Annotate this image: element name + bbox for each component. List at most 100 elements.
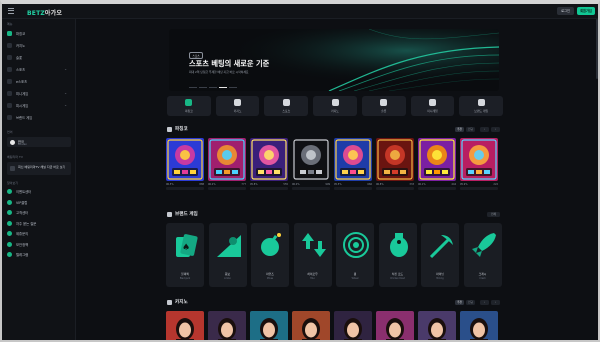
sidebar-info-item[interactable]: 보안정책 [7,241,71,248]
scrollbar[interactable] [596,19,598,79]
brand-game-label: 블랙잭 [181,272,189,276]
casino-tabs: 추천 신규 [455,300,475,305]
brand-game-card[interactable]: ♠ 블랙잭 Blackjack [166,223,204,287]
brand-view-all-button[interactable]: 전체 [487,212,500,217]
sidebar-item-label: 피시게임 [16,104,29,108]
chip-icon [331,99,339,106]
sidebar-info-item[interactable]: 텔레그램 [7,251,71,258]
category-label: 슬롯 [381,109,387,113]
cards-icon [7,55,12,60]
sidebar-item[interactable]: 미니게임 ⌄ [7,90,71,97]
brand-game-card[interactable]: 휠 Wheel [336,223,374,287]
brand-game-card[interactable]: 마이닝 Mining [421,223,459,287]
casino-tab-recommended[interactable]: 추천 [455,300,464,305]
casino-dealer-thumbnail[interactable] [208,311,246,340]
logo[interactable]: BETZ아가오 [27,8,62,17]
prev-arrow-icon[interactable]: ‹ [480,127,489,132]
casino-dealer-thumbnail[interactable] [418,311,456,340]
chevron-down-icon: ⌄ [64,91,67,95]
menu-icon[interactable] [8,8,14,14]
category-3[interactable]: 스포츠 [264,96,309,116]
sidebar-info-item[interactable]: 고객센터 [7,209,71,216]
slot-card[interactable]: 96.2% 777 [208,138,246,190]
slot-number: 555 [283,183,288,186]
sidebar-info-item[interactable]: 자주 묻는 질문 [7,220,71,227]
sidebar-info-item[interactable]: 제휴문의 [7,230,71,237]
slot-card[interactable]: 96.5% 888 [166,138,204,190]
casino-dealer-thumbnail[interactable] [250,311,288,340]
slot-card[interactable]: 96.8% 333 [376,138,414,190]
slot-thumbnail [292,138,330,181]
brand-game-label: 휠 [353,272,357,276]
next-arrow-icon[interactable]: › [491,127,500,132]
sidebar-item[interactable]: 브랜드 게임 [7,114,71,121]
login-button[interactable]: 로그인 [557,7,574,15]
sidebar-item[interactable]: 피시게임 ⌄ [7,102,71,109]
sports-icon [282,99,290,106]
tab-new[interactable]: 신규 [466,127,475,132]
sidebar-section-main: 메뉴 [7,22,13,26]
sidebar-item[interactable]: 슬롯 [7,54,71,61]
casino-dealer-thumbnail[interactable] [166,311,204,340]
brand-game-sub: Mining [436,277,444,280]
sidebar-info-label: 고객센터 [16,211,29,215]
slot-card[interactable]: 95.5% 666 [334,138,372,190]
banner-subtitle: 최대 2억 당첨금 무제한 배당 지금 바로 시작하세요 [189,70,249,74]
slot-name-bar [418,187,456,190]
casino-next-arrow-icon[interactable]: › [491,300,500,305]
hero-banner[interactable]: 스포츠 스포츠 베팅의 새로운 기준 최대 2억 당첨금 무제한 배당 지금 바… [169,29,499,91]
banner-pagination[interactable] [189,87,237,88]
casino-dealer-thumbnail[interactable] [292,311,330,340]
casino-tab-new[interactable]: 신규 [466,300,475,305]
slot-number: 666 [367,183,372,186]
sidebar-item[interactable]: e스포츠 [7,78,71,85]
brand-game-sub: Blackjack [179,277,191,280]
brand-game-card[interactable]: 마인즈 Mines [251,223,289,287]
category-1[interactable]: 파칭코 [167,96,211,116]
brand-icon [7,115,12,120]
slot-rtp: 96.1% [418,183,426,186]
category-7[interactable]: 브랜드 게임 [459,96,504,116]
sidebar-item-label: 파칭코 [16,32,26,36]
join-button[interactable]: 회원가입 [577,7,595,15]
slot-number: 333 [409,183,414,186]
sidebar-item[interactable]: 스포츠 ⌄ [7,66,71,73]
sidebar-item[interactable]: 카지노 [7,42,71,49]
casino-dealer-thumbnail[interactable] [376,311,414,340]
headset-icon [7,210,12,215]
slot-card[interactable]: 95.8% 555 [250,138,288,190]
sidebar-info-item[interactable]: 이벤트센터 [7,188,71,195]
tab-recommended[interactable]: 추천 [455,127,464,132]
brand-game-card[interactable]: 림보 Limbo [208,223,247,287]
logo-accent: 아가오 [44,10,63,17]
casino-prev-arrow-icon[interactable]: ‹ [480,300,489,305]
section-casino-label: 카지노 [175,300,188,305]
brand-game-card[interactable]: 크래시 Crash [463,223,502,287]
language-sub: Korean [18,142,27,146]
category-6[interactable]: 미니게임 [410,96,455,116]
fish-icon [7,103,12,108]
sidebar-info-item[interactable]: VIP클럽 [7,199,71,206]
casino-dealer-thumbnail[interactable] [334,311,372,340]
brand-game-sub: HiLo [310,277,315,280]
slot-card[interactable]: 96.1% 444 [418,138,456,190]
category-4[interactable]: 카지노 [313,96,357,116]
slot-name-bar [376,187,414,190]
casino-dealer-thumbnail[interactable] [460,311,498,340]
slot-icon [167,126,172,132]
category-bar: 파칭코 카지노 스포츠 카지노 슬롯 미니게임 브랜드 게임 [167,96,504,116]
tv-channel-box[interactable]: 최신 베팅리마TV 채널 지금 바로 보기 [7,162,71,175]
brand-game-label: 하이로우 [307,272,318,276]
category-5[interactable]: 슬롯 [361,96,406,116]
sidebar-item[interactable]: 파칭코 [7,30,71,37]
main-content: 스포츠 스포츠 베팅의 새로운 기준 최대 2억 당첨금 무제한 배당 지금 바… [77,19,598,340]
brand-game-card[interactable]: 하이로우 HiLo [293,223,332,287]
brand-game-icon [216,235,241,257]
brand-game-card[interactable]: 치킨 로드 Chicken Road [378,223,417,287]
slot-card[interactable]: 96.0% 999 [292,138,330,190]
category-2[interactable]: 카지노 [215,96,260,116]
sidebar-section-info: 알아보기 [7,181,19,185]
slot-tabs: 추천 신규 [455,127,475,132]
slot-card[interactable]: 95.9% 222 [460,138,498,190]
language-selector[interactable]: 한국 Korean [7,137,71,147]
